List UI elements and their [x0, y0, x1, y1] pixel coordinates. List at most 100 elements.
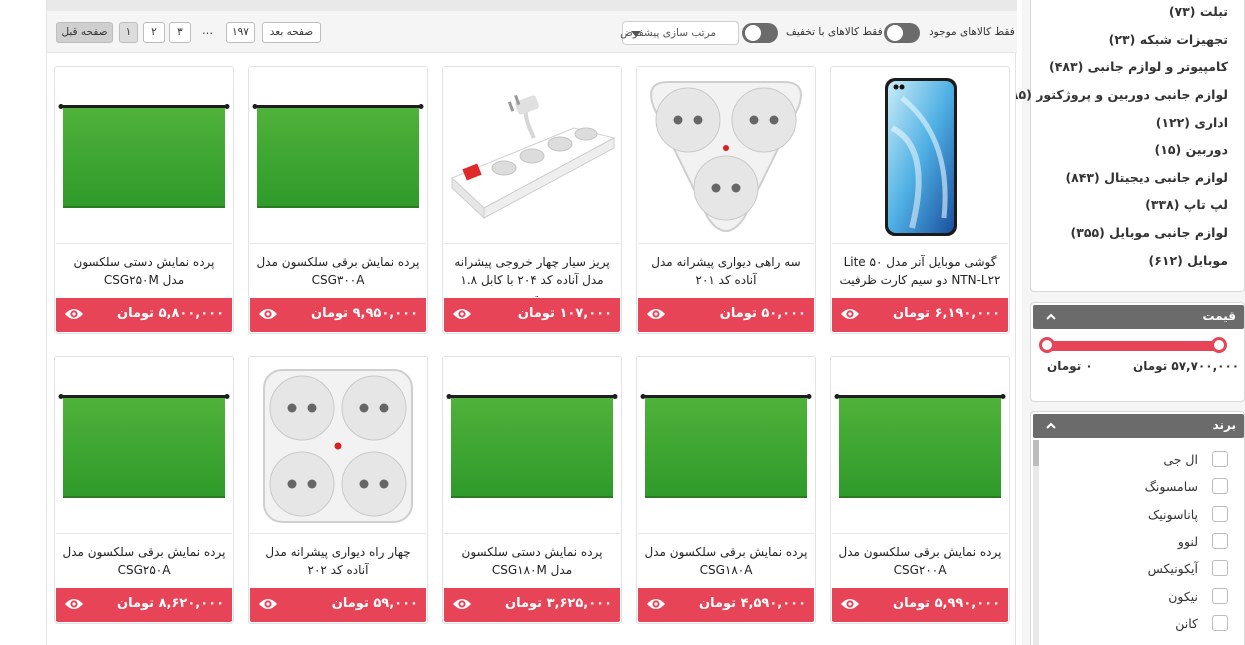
brand-option[interactable]: کانن: [1175, 613, 1228, 633]
price-filter-header[interactable]: قیمت: [1033, 305, 1244, 329]
brand-list-scrollbar[interactable]: [1033, 440, 1039, 645]
projector-screen-image[interactable]: [56, 358, 232, 534]
page-button-3[interactable]: ۳: [169, 22, 191, 43]
brand-filter-header[interactable]: برند: [1033, 414, 1244, 438]
category-item[interactable]: لپ تاپ (۳۳۸): [1145, 197, 1228, 212]
product-image[interactable]: [250, 358, 426, 534]
brand-checkbox[interactable]: [1212, 451, 1228, 467]
price-max-label: ۵۷,۷۰۰,۰۰۰ تومان: [1133, 359, 1240, 373]
eye-icon[interactable]: [64, 597, 84, 611]
price-min-label: ۰ تومان: [1047, 359, 1093, 373]
brand-option[interactable]: پاناسونیک: [1148, 504, 1228, 524]
projector-screen-image[interactable]: [444, 358, 620, 534]
brand-checkbox[interactable]: [1212, 533, 1228, 549]
product-image[interactable]: [832, 358, 1008, 534]
next-page-button[interactable]: صفحه بعد: [262, 22, 321, 43]
page-button-last[interactable]: ۱۹۷: [226, 22, 255, 43]
eye-icon[interactable]: [64, 307, 84, 321]
eye-icon[interactable]: [452, 597, 472, 611]
category-item[interactable]: کامپیوتر و لوازم جانبی (۴۸۳): [1049, 59, 1228, 74]
product-image[interactable]: [56, 68, 232, 244]
product-image[interactable]: [638, 68, 814, 244]
socket-image[interactable]: [250, 358, 426, 534]
product-title[interactable]: پرده نمایش دستی سلکسون مدل CSG۲۵۰M: [61, 253, 227, 297]
brand-checkbox[interactable]: [1212, 478, 1228, 494]
product-card[interactable]: پرده نمایش برقی سلکسون مدل CSG۲۵۰A ۸,۶۲۰,…: [54, 356, 234, 624]
power-strip-image[interactable]: [444, 68, 620, 244]
chevron-up-icon[interactable]: [1045, 420, 1057, 432]
sort-select[interactable]: مرتب سازی پیشفرض: [620, 21, 739, 45]
brand-option[interactable]: لنوو: [1178, 531, 1228, 551]
brand-checkbox[interactable]: [1212, 560, 1228, 576]
product-card[interactable]: پرده نمایش دستی سلکسون مدل CSG۱۸۰M ۳,۶۲۵,…: [442, 356, 622, 624]
product-title[interactable]: گوشی موبایل آنر مدل Lite ۵۰ NTN-L۲۲ دو س…: [837, 253, 1003, 297]
page-button-1-current[interactable]: ۱: [119, 22, 138, 43]
product-image[interactable]: [56, 358, 232, 534]
eye-icon[interactable]: [646, 307, 666, 321]
product-card[interactable]: پرده نمایش برقی سلکسون مدل CSG۱۸۰A ۴,۵۹۰,…: [636, 356, 816, 624]
category-item[interactable]: تجهیزات شبکه (۲۳): [1109, 32, 1228, 47]
brand-option[interactable]: سامسونگ: [1145, 476, 1228, 496]
price-range-track[interactable]: [1045, 341, 1219, 351]
product-image[interactable]: [832, 68, 1008, 244]
eye-icon[interactable]: [258, 307, 278, 321]
category-item[interactable]: موبایل (۶۱۲): [1149, 253, 1229, 268]
product-image[interactable]: [638, 358, 814, 534]
prev-page-button[interactable]: صفحه قبل: [56, 22, 113, 43]
product-image[interactable]: [250, 68, 426, 244]
product-card[interactable]: پرده نمایش دستی سلکسون مدل CSG۲۵۰M ۵,۸۰۰,…: [54, 66, 234, 334]
product-card[interactable]: پرده نمایش برقی سلکسون مدل CSG۳۰۰A ۹,۹۵۰,…: [248, 66, 428, 334]
price-range-min-handle[interactable]: [1039, 337, 1055, 353]
price-range-max-handle[interactable]: [1211, 337, 1227, 353]
price-bar: ۳,۶۲۵,۰۰۰ تومان: [444, 588, 620, 622]
product-title[interactable]: پرده نمایش دستی سلکسون مدل CSG۱۸۰M: [449, 543, 615, 587]
product-image[interactable]: [444, 68, 620, 244]
category-item[interactable]: لوازم جانبی موبایل (۳۵۵): [1070, 225, 1228, 240]
scrollbar-thumb[interactable]: [1033, 440, 1039, 466]
projector-screen-image[interactable]: [250, 68, 426, 244]
category-item[interactable]: لوازم جانبی دوربین و پروژکتور (۸۵): [1005, 87, 1228, 102]
category-item[interactable]: لوازم جانبی دیجیتال (۸۴۳): [1065, 170, 1228, 185]
product-title[interactable]: پرده نمایش برقی سلکسون مدل CSG۲۵۰A: [61, 543, 227, 587]
product-title[interactable]: سه راهی دیواری پیشرانه مدل آناده کد ۲۰۱: [643, 253, 809, 297]
eye-icon[interactable]: [840, 597, 860, 611]
socket-image[interactable]: [638, 68, 814, 244]
category-item[interactable]: اداری (۱۲۲): [1156, 115, 1228, 130]
eye-icon[interactable]: [258, 597, 278, 611]
product-card[interactable]: پریز سیار چهار خروجی پیشرانه مدل آناده ک…: [442, 66, 622, 334]
brand-checkbox[interactable]: [1212, 506, 1228, 522]
brand-label: پاناسونیک: [1148, 506, 1198, 522]
product-image[interactable]: [444, 358, 620, 534]
price-bar: ۴,۵۹۰,۰۰۰ تومان: [638, 588, 814, 622]
projector-screen-image[interactable]: [638, 358, 814, 534]
product-listing: فقط کالاهای موجود فقط کالاهای با تخفیف م…: [46, 0, 1017, 645]
brand-option[interactable]: آیکونیکس: [1148, 558, 1228, 578]
brand-option[interactable]: ال جی: [1163, 449, 1228, 469]
product-card[interactable]: پرده نمایش برقی سلکسون مدل CSG۲۰۰A ۵,۹۹۰,…: [830, 356, 1010, 624]
projector-screen-image[interactable]: [56, 68, 232, 244]
listing-toolbar: فقط کالاهای موجود فقط کالاهای با تخفیف م…: [47, 11, 1017, 53]
brand-checkbox[interactable]: [1212, 615, 1228, 631]
category-item[interactable]: تبلت (۷۳): [1169, 4, 1228, 19]
brand-option[interactable]: نیکون: [1168, 586, 1228, 606]
page-button-2[interactable]: ۲: [143, 22, 165, 43]
chevron-up-icon[interactable]: [1045, 311, 1057, 323]
projector-screen-image[interactable]: [832, 358, 1008, 534]
phone-image[interactable]: [832, 68, 1008, 244]
product-card[interactable]: سه راهی دیواری پیشرانه مدل آناده کد ۲۰۱ ۵…: [636, 66, 816, 334]
only-discount-toggle[interactable]: [742, 23, 778, 43]
product-title[interactable]: پرده نمایش برقی سلکسون مدل CSG۱۸۰A: [643, 543, 809, 587]
product-title[interactable]: پرده نمایش برقی سلکسون مدل CSG۳۰۰A: [255, 253, 421, 297]
product-title[interactable]: چهار راه دیواری پیشرانه مدل آناده کد ۲۰۲: [255, 543, 421, 587]
product-title[interactable]: پرده نمایش برقی سلکسون مدل CSG۲۰۰A: [837, 543, 1003, 587]
product-title[interactable]: پریز سیار چهار خروجی پیشرانه مدل آناده ک…: [449, 253, 615, 297]
eye-icon[interactable]: [646, 597, 666, 611]
category-item[interactable]: دوربین (۱۵): [1155, 142, 1228, 157]
product-card[interactable]: چهار راه دیواری پیشرانه مدل آناده کد ۲۰۲…: [248, 356, 428, 624]
brand-checkbox[interactable]: [1212, 588, 1228, 604]
price-bar: ۵,۹۹۰,۰۰۰ تومان: [832, 588, 1008, 622]
product-card[interactable]: گوشی موبایل آنر مدل Lite ۵۰ NTN-L۲۲ دو س…: [830, 66, 1010, 334]
eye-icon[interactable]: [840, 307, 860, 321]
eye-icon[interactable]: [452, 307, 472, 321]
only-available-toggle[interactable]: [884, 23, 920, 43]
